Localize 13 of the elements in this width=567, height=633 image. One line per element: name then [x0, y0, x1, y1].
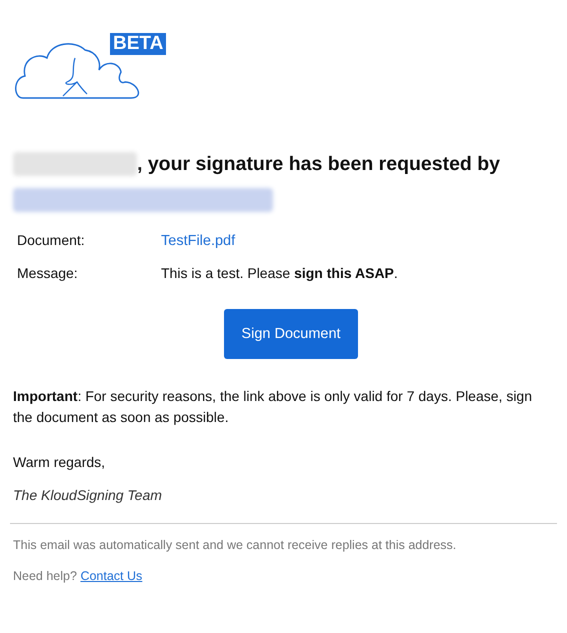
footer-note: This email was automatically sent and we cannot receive replies at this address.: [13, 538, 458, 552]
heading-text: , your signature has been requested by: [137, 152, 500, 176]
signature-text: The KloudSigning Team: [13, 487, 163, 503]
detail-label: Document:: [17, 232, 86, 249]
sign-document-button[interactable]: Sign Document: [224, 309, 358, 359]
help-text: Need help?: [13, 569, 77, 583]
closing-text: Warm regards,: [13, 454, 106, 470]
message-text: This is a test. Please sign this ASAP.: [161, 265, 399, 281]
detail-label: Message:: [17, 265, 79, 281]
beta-badge: BETA: [110, 33, 166, 55]
notice-text: Important: For security reasons, the link above is only valid for 7 days. Please, sign the document as soon as possible.: [13, 387, 534, 427]
contact-link[interactable]: Contact Us: [80, 569, 142, 583]
document-link[interactable]: TestFile.pdf: [161, 233, 236, 249]
